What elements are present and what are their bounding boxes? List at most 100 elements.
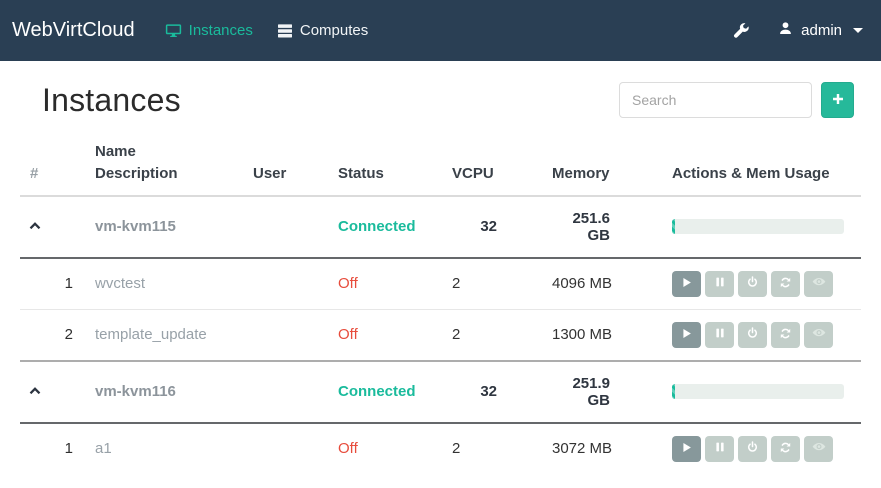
col-header-status: Status (338, 141, 452, 196)
guest-vcpu: 2 (452, 423, 552, 474)
guest-memory: 3072 MB (552, 423, 672, 474)
user-icon (778, 21, 793, 40)
guest-vcpu: 2 (452, 309, 552, 361)
refresh-button[interactable] (771, 322, 800, 348)
brand-logo[interactable]: WebVirtCloud (12, 19, 135, 42)
play-icon (680, 441, 693, 457)
caret-down-icon (853, 28, 863, 33)
eye-button[interactable] (804, 436, 833, 462)
refresh-icon (779, 276, 792, 292)
eye-button[interactable] (804, 271, 833, 297)
page-title: Instances (42, 82, 181, 119)
pause-button[interactable] (705, 271, 734, 297)
power-icon (746, 327, 759, 343)
guest-row: 2 template_update Off 2 1300 MB (20, 309, 861, 361)
power-button[interactable] (738, 322, 767, 348)
eye-button[interactable] (804, 322, 833, 348)
pause-icon (714, 276, 726, 291)
pause-button[interactable] (705, 436, 734, 462)
guest-status: Off (338, 326, 358, 343)
instance-actions (672, 271, 861, 297)
host-memory: 251.6 GB (552, 196, 672, 258)
guest-index: 1 (20, 258, 95, 310)
guest-memory: 4096 MB (552, 258, 672, 310)
col-header-name: Name (95, 141, 253, 163)
power-button[interactable] (738, 271, 767, 297)
host-row: vm-kvm116 Connected 32 251.9 GB (20, 361, 861, 423)
col-header-number: # (20, 141, 95, 196)
col-header-vcpu: VCPU (452, 141, 552, 196)
eye-icon (812, 441, 826, 456)
host-name[interactable]: vm-kvm115 (95, 218, 176, 235)
pause-icon (714, 441, 726, 456)
instances-table-wrap: # Name Description User Status VCPU Memo… (0, 141, 881, 474)
guest-index: 1 (20, 423, 95, 474)
mem-usage-fill (672, 384, 675, 399)
add-instance-button[interactable] (821, 82, 854, 118)
col-header-name-description: Name Description (95, 141, 253, 196)
guest-row: 1 wvctest Off 2 4096 MB (20, 258, 861, 310)
table-header: # Name Description User Status VCPU Memo… (20, 141, 861, 196)
host-vcpu: 32 (452, 361, 552, 423)
navbar-right: admin (733, 21, 863, 40)
nav-item-label: Computes (300, 22, 368, 39)
host-vcpu: 32 (452, 196, 552, 258)
guest-vcpu: 2 (452, 258, 552, 310)
host-status: Connected (338, 218, 416, 235)
power-button[interactable] (738, 436, 767, 462)
guest-name[interactable]: template_update (95, 326, 207, 343)
guest-row: 1 a1 Off 2 3072 MB (20, 423, 861, 474)
refresh-button[interactable] (771, 436, 800, 462)
play-button[interactable] (672, 271, 701, 297)
power-icon (746, 276, 759, 292)
search-input[interactable] (619, 82, 812, 118)
eye-icon (812, 276, 826, 291)
refresh-icon (779, 441, 792, 457)
guest-user-cell (253, 423, 338, 474)
chevron-up-icon[interactable] (28, 384, 42, 396)
search-group (619, 82, 854, 118)
host-user-cell (253, 361, 338, 423)
col-header-user: User (253, 141, 338, 196)
col-header-memory: Memory (552, 141, 672, 196)
host-row: vm-kvm115 Connected 32 251.6 GB (20, 196, 861, 258)
host-status: Connected (338, 383, 416, 400)
guest-memory: 1300 MB (552, 309, 672, 361)
guest-status: Off (338, 275, 358, 292)
pause-icon (714, 327, 726, 342)
page-header: Instances (0, 61, 881, 119)
col-header-description: Description (95, 163, 253, 185)
user-menu[interactable]: admin (778, 21, 863, 40)
play-icon (680, 276, 693, 292)
mem-usage-bar (672, 384, 844, 399)
instance-actions (672, 322, 861, 348)
nav-item-instances[interactable]: Instances (165, 22, 253, 39)
instances-table-body: vm-kvm115 Connected 32 251.6 GB 1 wvctes… (20, 196, 861, 474)
guest-name[interactable]: wvctest (95, 275, 145, 292)
host-user-cell (253, 196, 338, 258)
instance-actions (672, 436, 861, 462)
top-navbar: WebVirtCloud Instances Computes admin (0, 0, 881, 61)
play-icon (680, 327, 693, 343)
pause-button[interactable] (705, 322, 734, 348)
guest-status: Off (338, 440, 358, 457)
guest-name[interactable]: a1 (95, 440, 112, 457)
host-name[interactable]: vm-kvm116 (95, 383, 176, 400)
refresh-button[interactable] (771, 271, 800, 297)
refresh-icon (779, 327, 792, 343)
user-name: admin (801, 22, 842, 39)
col-header-actions: Actions & Mem Usage (672, 141, 861, 196)
plus-icon (831, 92, 845, 109)
nav-item-computes[interactable]: Computes (277, 22, 368, 39)
play-button[interactable] (672, 436, 701, 462)
play-button[interactable] (672, 322, 701, 348)
guest-index: 2 (20, 309, 95, 361)
instances-table: # Name Description User Status VCPU Memo… (20, 141, 861, 474)
chevron-up-icon[interactable] (28, 219, 42, 231)
guest-user-cell (253, 309, 338, 361)
power-icon (746, 441, 759, 457)
server-icon (277, 23, 293, 39)
wrench-icon[interactable] (733, 22, 750, 39)
mem-usage-fill (672, 219, 675, 234)
mem-usage-bar (672, 219, 844, 234)
